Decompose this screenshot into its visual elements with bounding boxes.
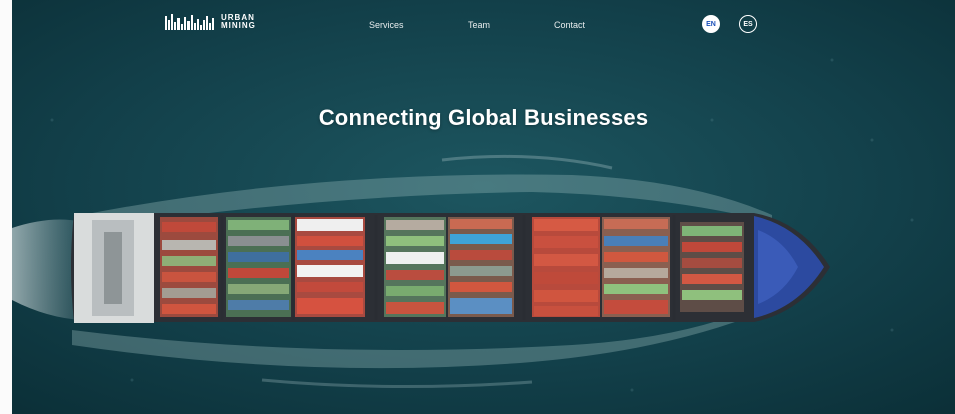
hero-background-image	[12, 0, 955, 414]
hero-section: URBAN MINING Services Team Contact EN ES…	[12, 0, 955, 414]
nav-link-contact[interactable]: Contact	[554, 20, 585, 30]
page: URBAN MINING Services Team Contact EN ES…	[0, 0, 955, 414]
nav-link-team[interactable]: Team	[468, 20, 490, 30]
top-navigation: URBAN MINING Services Team Contact EN ES	[12, 0, 955, 50]
left-margin	[0, 0, 12, 414]
brand-logo[interactable]: URBAN MINING	[165, 14, 256, 30]
hero-headline: Connecting Global Businesses	[318, 104, 649, 130]
nav-link-services[interactable]: Services	[369, 20, 404, 30]
brand-line-2: MINING	[221, 21, 256, 30]
language-button-en[interactable]: EN	[702, 15, 720, 33]
city-skyline-icon	[165, 14, 214, 30]
brand-wordmark: URBAN MINING	[221, 14, 256, 30]
language-button-es[interactable]: ES	[739, 15, 757, 33]
